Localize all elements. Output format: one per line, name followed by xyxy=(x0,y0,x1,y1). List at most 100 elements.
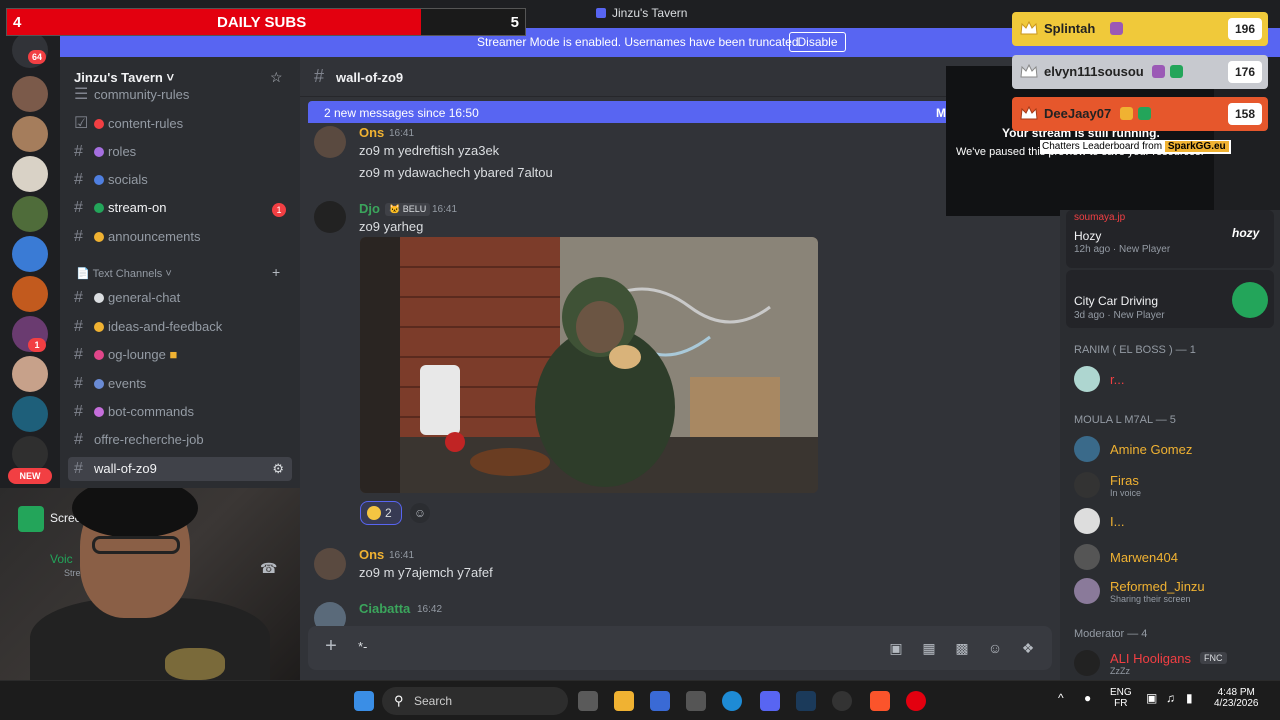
message-text: zo9 m yedreftish yza3ek xyxy=(359,143,500,158)
window-title: Jinzu's Tavern xyxy=(596,6,687,20)
microphone-icon[interactable]: ● xyxy=(1084,691,1091,705)
activity-card[interactable]: City Car Driving 3d ago · New Player xyxy=(1066,270,1274,328)
store-icon[interactable] xyxy=(650,691,670,711)
member-tag: FNC xyxy=(1200,652,1227,664)
bell-icon xyxy=(94,232,104,242)
avatar xyxy=(1074,578,1100,604)
speech-bubble-icon xyxy=(94,293,104,303)
activity-game: Hozy xyxy=(1074,229,1102,243)
opera-icon[interactable] xyxy=(906,691,926,711)
server-icon[interactable] xyxy=(12,76,48,112)
channel-events[interactable]: # events xyxy=(74,372,292,396)
member-item[interactable]: Reformed_Jinzu Sharing their screen xyxy=(1074,578,1274,606)
taskbar-search[interactable]: ⚲ Search xyxy=(382,687,568,715)
discord-icon[interactable] xyxy=(760,691,780,711)
server-icon[interactable] xyxy=(12,156,48,192)
battery-icon[interactable]: ▮ xyxy=(1186,691,1193,705)
add-channel-icon[interactable]: + xyxy=(272,264,280,280)
new-messages-bar[interactable]: 2 new messages since 16:50 M xyxy=(308,101,956,123)
avatar xyxy=(1074,436,1100,462)
tray-chevron-icon[interactable]: ^ xyxy=(1058,691,1064,705)
channel-roles[interactable]: # roles xyxy=(74,140,292,164)
member-item[interactable]: r... xyxy=(1074,366,1274,394)
member-item[interactable]: Firas In voice xyxy=(1074,472,1274,500)
message-image-attachment[interactable] xyxy=(360,237,818,493)
settings-gear-icon[interactable]: ⚙ xyxy=(272,457,284,481)
task-view-icon[interactable] xyxy=(578,691,598,711)
hash-icon: # xyxy=(74,318,83,335)
streamer-mode-text: Streamer Mode is enabled. Usernames have… xyxy=(477,35,802,49)
message-composer[interactable]: + *- ▣ ▦ ▩ ☺ ❖ xyxy=(308,626,1052,670)
voice-status: Voic xyxy=(50,552,73,566)
category-text-channels[interactable]: 📄 Text Channels ˅ xyxy=(76,267,172,280)
apps-icon[interactable]: ❖ xyxy=(1018,638,1038,658)
message-text: zo9 m ydawachech ybared 7altou xyxy=(359,165,553,180)
obs-icon[interactable] xyxy=(832,691,852,711)
app-icon[interactable] xyxy=(686,691,706,711)
socials-icon xyxy=(94,175,104,185)
volume-icon[interactable]: ♫ xyxy=(1166,691,1175,705)
channel-offre-recherche-job[interactable]: # offre-recherche-job xyxy=(74,428,292,452)
avatar[interactable] xyxy=(314,548,346,580)
server-icon[interactable] xyxy=(12,276,48,312)
disable-streamer-mode-button[interactable]: Disable xyxy=(789,32,846,52)
daily-subs-bar: 4 DAILY SUBS 5 xyxy=(6,8,526,36)
attach-plus-icon[interactable]: + xyxy=(320,636,342,658)
channel-announcements[interactable]: # announcements xyxy=(74,225,292,249)
brave-icon[interactable] xyxy=(870,691,890,711)
disconnect-icon[interactable]: ☎ xyxy=(260,560,277,577)
gif-icon[interactable]: ▦ xyxy=(919,638,939,658)
member-item[interactable]: I... xyxy=(1074,508,1274,536)
role-tag: 🐱 BELU xyxy=(385,203,431,216)
creature-eating-image xyxy=(360,237,818,493)
gift-icon[interactable]: ▣ xyxy=(886,638,906,658)
leaderboard-score: 158 xyxy=(1228,103,1262,125)
avatar[interactable] xyxy=(314,126,346,158)
reaction-laugh[interactable]: 2 xyxy=(360,501,402,525)
discord-icon xyxy=(596,8,606,18)
emoji-icon[interactable]: ☺ xyxy=(985,638,1005,658)
message-author[interactable]: Ciabatta xyxy=(359,601,410,616)
hash-icon: # xyxy=(74,199,83,216)
avatar[interactable] xyxy=(314,201,346,233)
server-icon[interactable] xyxy=(12,436,48,472)
server-icon[interactable] xyxy=(12,196,48,232)
activity-card[interactable]: soumaya.jp Hozy 12h ago · New Player hoz… xyxy=(1066,210,1274,268)
member-item[interactable]: Amine Gomez xyxy=(1074,436,1274,464)
clock[interactable]: 4:48 PM 4/23/2026 xyxy=(1214,687,1259,709)
server-icon[interactable] xyxy=(12,116,48,152)
server-icon[interactable] xyxy=(12,396,48,432)
channel-community-rules[interactable]: ☰ community-rules xyxy=(74,83,292,107)
hash-icon: # xyxy=(74,171,83,188)
network-icon[interactable]: ▣ xyxy=(1146,691,1157,705)
channel-bot-commands[interactable]: # bot-commands xyxy=(74,400,292,424)
channel-socials[interactable]: # socials xyxy=(74,168,292,192)
message-author[interactable]: Ons xyxy=(359,125,384,140)
steam-icon[interactable] xyxy=(796,691,816,711)
hash-icon: # xyxy=(74,143,83,160)
channel-wall-of-zo9[interactable]: # wall-of-zo9 ⚙ xyxy=(68,457,292,481)
lock-icon: ■ xyxy=(165,347,178,362)
windows-start-icon[interactable] xyxy=(354,691,374,711)
message-author[interactable]: Ons xyxy=(359,547,384,562)
leaderboard-row: Splintah 196 xyxy=(1012,12,1268,46)
sticker-icon[interactable]: ▩ xyxy=(952,638,972,658)
activity-time: 12h ago · New Player xyxy=(1074,244,1171,255)
member-item[interactable]: ALI Hooligans FNC ZzZz xyxy=(1074,650,1274,678)
add-reaction-icon[interactable]: ☺ xyxy=(410,503,430,523)
channel-general-chat[interactable]: # general-chat xyxy=(74,286,292,310)
edge-icon[interactable] xyxy=(722,691,742,711)
member-item[interactable]: Marwen404 xyxy=(1074,544,1274,572)
role-header: MOULA L M7AL — 5 xyxy=(1074,414,1176,426)
language-indicator[interactable]: ENG FR xyxy=(1110,687,1132,709)
message-author[interactable]: Djo xyxy=(359,201,380,216)
channel-stream-on[interactable]: # stream-on xyxy=(74,196,292,220)
file-explorer-icon[interactable] xyxy=(614,691,634,711)
channel-content-rules[interactable]: ☑ content-rules xyxy=(74,112,292,136)
channel-ideas-and-feedback[interactable]: # ideas-and-feedback xyxy=(74,315,292,339)
server-icon[interactable] xyxy=(12,236,48,272)
channel-og-lounge[interactable]: # og-lounge ■ xyxy=(74,343,292,367)
server-icon[interactable] xyxy=(12,356,48,392)
message-input[interactable]: *- xyxy=(358,639,367,654)
daily-subs-label: DAILY SUBS xyxy=(217,14,307,31)
